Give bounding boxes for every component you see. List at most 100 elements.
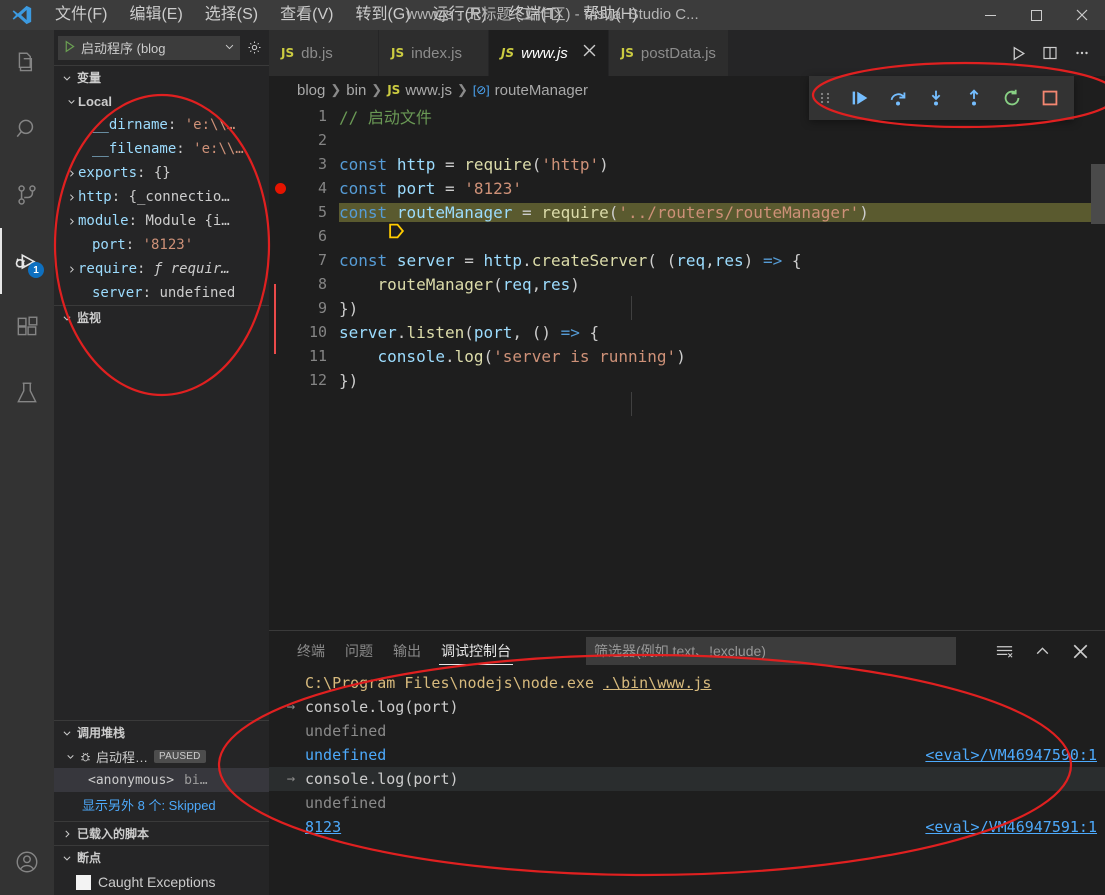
glyph-margin[interactable] xyxy=(269,320,299,344)
launch-config-dropdown[interactable]: 启动程序 (blog xyxy=(58,35,240,60)
code-line[interactable]: 8 routeManager(req,res) xyxy=(269,272,1105,296)
start-debug-icon[interactable] xyxy=(63,39,76,56)
menu-edit[interactable]: 编辑(E) xyxy=(118,0,193,30)
gear-icon[interactable] xyxy=(243,40,265,55)
glyph-margin[interactable] xyxy=(269,344,299,368)
breadcrumb-item-blog[interactable]: blog xyxy=(297,82,325,99)
activity-account-icon[interactable] xyxy=(0,829,54,895)
variable-row[interactable]: port: '8123' xyxy=(54,233,269,257)
variables-scope-local[interactable]: Local xyxy=(54,89,269,113)
window-controls[interactable] xyxy=(967,0,1105,30)
editor-tab-www-js[interactable]: JS www.js xyxy=(489,30,609,76)
activity-extensions-icon[interactable] xyxy=(0,294,54,360)
glyph-margin[interactable] xyxy=(269,152,299,176)
debug-continue-button[interactable] xyxy=(841,76,879,120)
run-file-icon[interactable] xyxy=(1003,38,1033,68)
breadcrumb-item-file[interactable]: www.js xyxy=(405,82,452,99)
breakpoint-icon[interactable] xyxy=(275,183,286,194)
close-icon[interactable] xyxy=(1063,635,1097,667)
section-callstack-header[interactable]: 调用堆栈 xyxy=(54,720,269,744)
split-editor-icon[interactable] xyxy=(1035,38,1065,68)
editor-tab-index-js[interactable]: JS index.js xyxy=(379,30,489,76)
clear-console-icon[interactable] xyxy=(987,635,1021,667)
maximize-button[interactable] xyxy=(1013,0,1059,30)
chevron-up-icon[interactable] xyxy=(1025,635,1059,667)
close-button[interactable] xyxy=(1059,0,1105,30)
code-line-with-breakpoint[interactable]: 4 const port = '8123' xyxy=(269,176,1105,200)
variable-row[interactable]: __filename: 'e:\\… xyxy=(54,137,269,161)
console-row[interactable]: undefined xyxy=(269,719,1105,743)
menu-selection[interactable]: 选择(S) xyxy=(194,0,269,30)
console-filter-input[interactable]: 筛选器(例如 text、!exclude) xyxy=(586,637,956,665)
glyph-margin[interactable] xyxy=(269,296,299,320)
callstack-skipped-row[interactable]: 显示另外 8 个: Skipped xyxy=(54,792,269,816)
breadcrumb-item-symbol[interactable]: routeManager xyxy=(495,82,588,99)
section-variables-header[interactable]: 变量 xyxy=(54,65,269,89)
breakpoint-checkbox[interactable] xyxy=(76,874,91,890)
menu-help[interactable]: 帮助(H) xyxy=(572,0,648,30)
callstack-session-row[interactable]: 启动程… PAUSED xyxy=(54,744,269,768)
glyph-margin[interactable] xyxy=(269,176,299,200)
console-row[interactable]: C:\Program Files\nodejs\node.exe .\bin\w… xyxy=(269,671,1105,695)
section-breakpoints-header[interactable]: 断点 xyxy=(54,845,269,869)
section-loaded-scripts-header[interactable]: 已载入的脚本 xyxy=(54,821,269,845)
code-line-current-execution[interactable]: 5 const routeManager = require('../route… xyxy=(269,200,1105,239)
activity-source-control-icon[interactable] xyxy=(0,162,54,228)
glyph-margin[interactable] xyxy=(269,200,404,239)
activity-run-and-debug-icon[interactable]: 1 xyxy=(0,228,54,294)
glyph-margin[interactable] xyxy=(269,128,299,152)
glyph-margin[interactable] xyxy=(269,368,299,392)
debug-floating-toolbar[interactable] xyxy=(809,76,1074,120)
code-line[interactable]: 12 }) xyxy=(269,368,1105,392)
activity-testing-icon[interactable] xyxy=(0,360,54,426)
panel-tab-terminal[interactable]: 终端 xyxy=(287,631,335,671)
variable-row[interactable]: __dirname: 'e:\\… xyxy=(54,113,269,137)
panel-tab-debug-console[interactable]: 调试控制台 xyxy=(431,631,521,671)
console-row[interactable]: undefined <eval>/VM46947590:1 xyxy=(269,743,1105,767)
console-row[interactable]: undefined xyxy=(269,791,1105,815)
variable-row[interactable]: server: undefined xyxy=(54,281,269,305)
section-watch-header[interactable]: 监视 xyxy=(54,305,269,329)
activity-search-icon[interactable] xyxy=(0,96,54,162)
console-row[interactable]: 8123 <eval>/VM46947591:1 xyxy=(269,815,1105,839)
close-icon[interactable] xyxy=(583,44,596,62)
breadcrumb-item-bin[interactable]: bin xyxy=(346,82,366,99)
editor-scrollbar[interactable] xyxy=(1091,164,1105,224)
callstack-frame-row[interactable]: <anonymous> bi… xyxy=(54,768,269,792)
glyph-margin[interactable] xyxy=(269,272,299,296)
variable-row[interactable]: require: ƒ requir… xyxy=(54,257,269,281)
console-file-link[interactable]: .\bin\www.js xyxy=(603,674,711,692)
watch-expressions-list[interactable] xyxy=(54,329,269,720)
code-line[interactable]: 10 server.listen(port, () => { xyxy=(269,320,1105,344)
console-source-link[interactable]: <eval>/VM46947590:1 xyxy=(925,746,1097,764)
variable-row[interactable]: exports: {} xyxy=(54,161,269,185)
drag-handle-icon[interactable] xyxy=(809,76,841,120)
panel-tab-output[interactable]: 输出 xyxy=(383,631,431,671)
editor-tab-postdata-js[interactable]: JS postData.js xyxy=(608,30,729,76)
menu-terminal[interactable]: 终端(T) xyxy=(498,0,572,30)
debug-step-into-button[interactable] xyxy=(917,76,955,120)
menu-goto[interactable]: 转到(G) xyxy=(344,0,421,30)
debug-step-out-button[interactable] xyxy=(955,76,993,120)
debug-console-output[interactable]: C:\Program Files\nodejs\node.exe .\bin\w… xyxy=(269,671,1105,895)
variable-row[interactable]: module: Module {i… xyxy=(54,209,269,233)
panel-tab-problems[interactable]: 问题 xyxy=(335,631,383,671)
console-source-link[interactable]: <eval>/VM46947591:1 xyxy=(925,818,1097,836)
editor-tab-db-js[interactable]: JS db.js xyxy=(269,30,379,76)
console-row[interactable]: → console.log(port) xyxy=(269,767,1105,791)
menu-bar[interactable]: 文件(F) 编辑(E) 选择(S) 查看(V) 转到(G) 运行(R) 终端(T… xyxy=(44,0,648,30)
code-line[interactable]: 11 console.log('server is running') xyxy=(269,344,1105,368)
menu-file[interactable]: 文件(F) xyxy=(44,0,118,30)
code-line[interactable]: 3 const http = require('http') xyxy=(269,152,1105,176)
code-line[interactable]: 9 }) xyxy=(269,296,1105,320)
activity-explorer-icon[interactable] xyxy=(0,30,54,96)
debug-stop-button[interactable] xyxy=(1031,76,1069,120)
debug-step-over-button[interactable] xyxy=(879,76,917,120)
chevron-down-icon[interactable] xyxy=(224,40,235,55)
more-actions-icon[interactable] xyxy=(1067,38,1097,68)
breakpoint-row[interactable]: Caught Exceptions xyxy=(54,869,269,895)
menu-run[interactable]: 运行(R) xyxy=(422,0,498,30)
variable-row[interactable]: http: {_connectio… xyxy=(54,185,269,209)
glyph-margin[interactable] xyxy=(269,104,299,128)
console-row[interactable]: → console.log(port) xyxy=(269,695,1105,719)
